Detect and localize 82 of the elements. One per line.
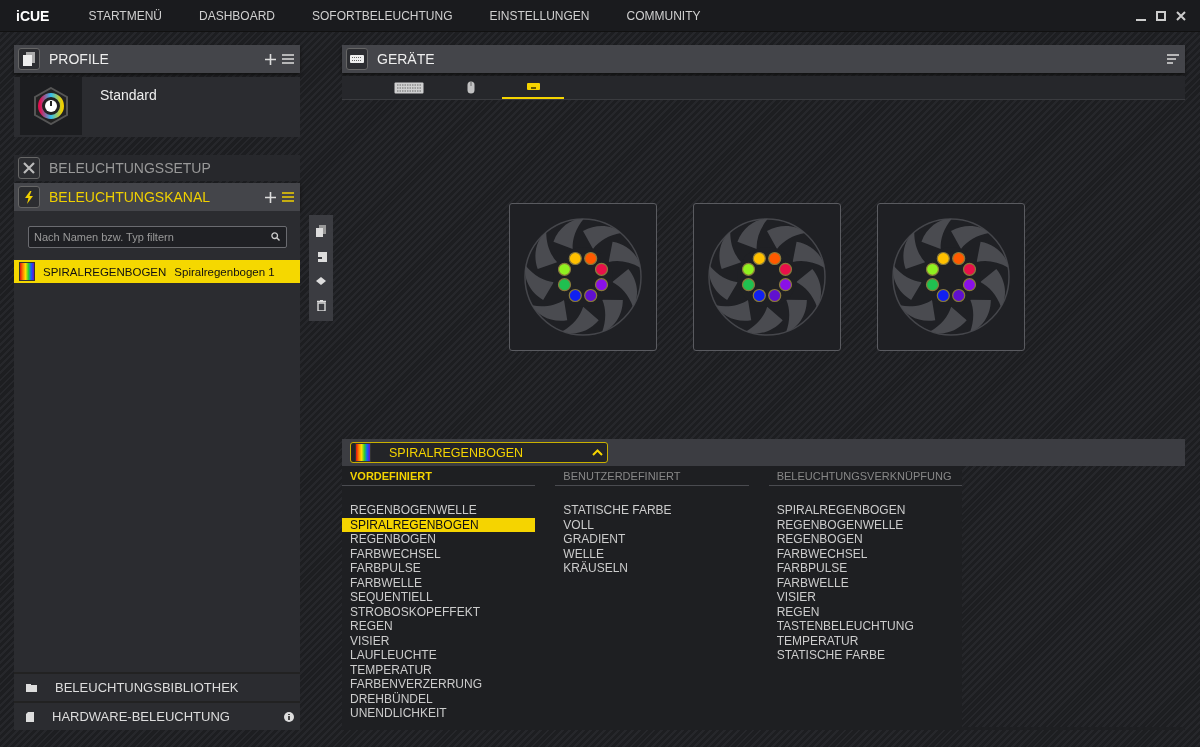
effect-option[interactable]: FARBWECHSEL (342, 546, 536, 561)
lightning-icon (18, 186, 40, 208)
nav-link[interactable]: DASHBOARD (199, 8, 276, 23)
effect-option[interactable]: VISIER (342, 633, 536, 648)
effect-option[interactable]: STROBOSKOPEFFEKT (342, 604, 536, 619)
import-icon[interactable] (315, 251, 327, 262)
effect-option[interactable]: REGEN (342, 619, 536, 634)
effect-option[interactable]: VOLL (555, 517, 749, 532)
keyboard-icon (346, 48, 368, 70)
profile-logo-icon (33, 87, 69, 125)
fan-tile[interactable] (508, 203, 657, 351)
diamond-icon[interactable] (316, 277, 326, 286)
effect-option[interactable]: DREHBÜNDEL (342, 691, 536, 706)
effect-option[interactable]: LAUFLEUCHTE (342, 648, 536, 663)
keyboard-icon (394, 81, 424, 94)
effect-option[interactable]: FARBWECHSEL (768, 546, 962, 561)
effect-option[interactable]: TEMPERATUR (342, 662, 536, 677)
hardware-lighting-tab[interactable]: HARDWARE-BELEUCHTUNG (14, 701, 300, 730)
effect-option[interactable]: REGENBOGEN (342, 532, 536, 547)
tools-icon (18, 157, 40, 179)
search-icon (271, 232, 280, 241)
effect-option[interactable]: REGENBOGEN (768, 532, 962, 547)
info-icon[interactable] (284, 711, 294, 722)
effect-option[interactable]: STATISCHE FARBE (768, 648, 962, 663)
effect-option[interactable]: FARBWELLE (768, 575, 962, 590)
app-logo: iCUE (16, 7, 50, 24)
effect-category-tab[interactable]: BENUTZERDEFINIERT (555, 470, 749, 486)
menu-icon[interactable] (1167, 54, 1179, 64)
nav-link[interactable]: STARTMENÜ (88, 8, 162, 23)
section-title: BELEUCHTUNGSKANAL (49, 189, 212, 205)
lighting-layer-item[interactable]: SPIRALREGENBOGEN Spiralregenbogen 1 (14, 260, 300, 283)
effect-option[interactable]: FARBPULSE (342, 561, 536, 576)
effect-option[interactable]: FARBENVERZERRUNG (342, 677, 536, 692)
close-icon[interactable] (1176, 10, 1186, 21)
effect-option[interactable]: REGENBOGENWELLE (768, 517, 962, 532)
effect-option[interactable]: WELLE (555, 546, 749, 561)
rainbow-swatch-icon (355, 443, 371, 462)
effect-option[interactable]: FARBWELLE (342, 575, 536, 590)
profile-card[interactable]: Standard (14, 77, 300, 137)
copy-icon[interactable] (316, 224, 326, 237)
effect-category-tab[interactable]: BELEUCHTUNGSVERKNÜPFUNG (768, 470, 962, 486)
nav-link[interactable]: SOFORTBELEUCHTUNG (312, 8, 453, 23)
library-tab[interactable]: BELEUCHTUNGSBIBLIOTHEK (14, 672, 300, 701)
effect-option[interactable]: KRÄUSELN (555, 561, 749, 576)
maximize-icon[interactable] (1156, 10, 1166, 21)
mouse-icon (467, 81, 475, 94)
effect-option[interactable]: TEMPERATUR (768, 633, 962, 648)
nav-link[interactable]: COMMUNITY (626, 8, 701, 23)
effect-dropdown[interactable]: SPIRALREGENBOGEN (350, 442, 608, 463)
effect-option[interactable]: SEQUENTIELL (342, 590, 536, 605)
pages-icon (18, 48, 40, 70)
effect-option[interactable]: GRADIENT (555, 532, 749, 547)
fan-tile[interactable] (692, 203, 841, 351)
rainbow-swatch-icon (19, 262, 35, 281)
nav-link[interactable]: EINSTELLUNGEN (489, 8, 590, 23)
fan-tile[interactable] (876, 203, 1025, 351)
menu-icon[interactable] (282, 192, 294, 202)
effect-option[interactable]: SPIRALREGENBOGEN (342, 517, 536, 532)
chevron-up-icon (592, 449, 603, 456)
lighting-setup-tab[interactable]: BELEUCHTUNGSSETUP (14, 155, 300, 181)
trash-icon[interactable] (316, 300, 326, 312)
plus-icon[interactable] (265, 191, 276, 203)
effect-option[interactable]: FARBPULSE (768, 561, 962, 576)
effect-option[interactable]: STATISCHE FARBE (555, 503, 749, 518)
menu-icon[interactable] (282, 54, 294, 64)
folder-icon (26, 683, 37, 692)
effect-option[interactable]: VISIER (768, 590, 962, 605)
effect-option[interactable]: REGEN (768, 604, 962, 619)
effect-option[interactable]: UNENDLICHKEIT (342, 706, 536, 721)
memory-icon (26, 711, 34, 722)
layer-name: Spiralregenbogen 1 (174, 265, 275, 278)
section-title: GERÄTE (377, 51, 436, 67)
effect-option[interactable]: SPIRALREGENBOGEN (768, 503, 962, 518)
effect-option[interactable]: REGENBOGENWELLE (342, 503, 536, 518)
effect-category-tab[interactable]: VORDEFINIERT (342, 470, 536, 486)
layer-effect: SPIRALREGENBOGEN (43, 265, 167, 278)
plus-icon[interactable] (265, 53, 276, 65)
section-title: PROFILE (49, 51, 110, 67)
profile-name: Standard (100, 87, 157, 105)
search-field[interactable]: Nach Namen bzw. Typ filtern (28, 226, 287, 248)
effect-option[interactable]: TASTENBELEUCHTUNG (768, 619, 962, 634)
controller-icon (526, 83, 540, 90)
